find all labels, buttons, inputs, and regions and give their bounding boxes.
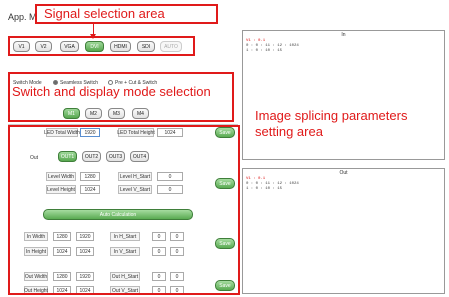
signal-bar-highlight (8, 36, 195, 56)
out-log-panel[interactable]: Out V1 : 0.1 0 : 0 : 11 : 12 : 1024 1 : … (242, 168, 445, 294)
out-log-line-3: 1 : 0 : 10 : 15 (246, 187, 283, 191)
params-area-annotation-box (8, 125, 240, 295)
in-log-line-3: 1 : 0 : 10 : 15 (246, 49, 283, 53)
image-splicing-annotation-text: Image splicing parameters setting area (255, 108, 408, 139)
in-log-title: In (341, 32, 346, 38)
in-log-panel[interactable]: In V1 : 0.1 0 : 0 : 11 : 12 : 1024 1 : 0… (242, 30, 445, 160)
out-log-title: Out (339, 170, 348, 176)
switch-area-annotation-text: Switch and display mode selection (12, 84, 211, 99)
signal-area-annotation-text: Signal selection area (44, 6, 165, 21)
